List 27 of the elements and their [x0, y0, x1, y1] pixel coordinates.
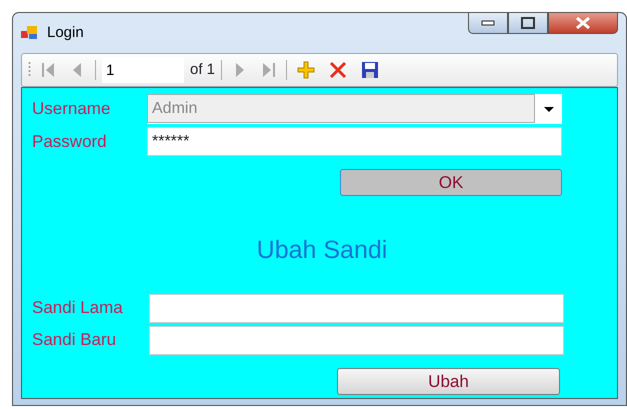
window-title: Login — [47, 22, 84, 43]
caret-icon — [544, 106, 554, 112]
plus-icon — [297, 61, 316, 79]
section-heading: Ubah Sandi — [256, 236, 388, 264]
position-field[interactable]: 1 — [102, 57, 184, 83]
field-label: Password — [32, 130, 108, 153]
password-field[interactable]: ****** — [147, 127, 562, 156]
maximize-button[interactable] — [508, 12, 548, 34]
field-label: Sandi Baru — [32, 329, 118, 352]
ok-button[interactable]: OK — [340, 169, 562, 196]
maximize-icon — [521, 17, 535, 29]
first-icon — [41, 62, 56, 78]
close-icon — [575, 17, 591, 29]
input-field[interactable] — [149, 294, 564, 322]
record-count: of 1 — [190, 60, 216, 80]
minimize-icon — [481, 20, 495, 26]
window-icon — [21, 25, 39, 41]
save-icon — [361, 61, 380, 79]
grip-icon — [28, 61, 31, 79]
delete-icon — [329, 61, 348, 79]
last-icon — [261, 62, 276, 78]
close-button[interactable] — [548, 12, 618, 34]
minimize-button[interactable] — [468, 12, 508, 34]
input-field[interactable] — [149, 326, 564, 354]
field-label: Sandi Lama — [32, 297, 124, 320]
ubah-button[interactable]: Ubah — [337, 368, 560, 394]
field-label: Username — [32, 98, 112, 120]
